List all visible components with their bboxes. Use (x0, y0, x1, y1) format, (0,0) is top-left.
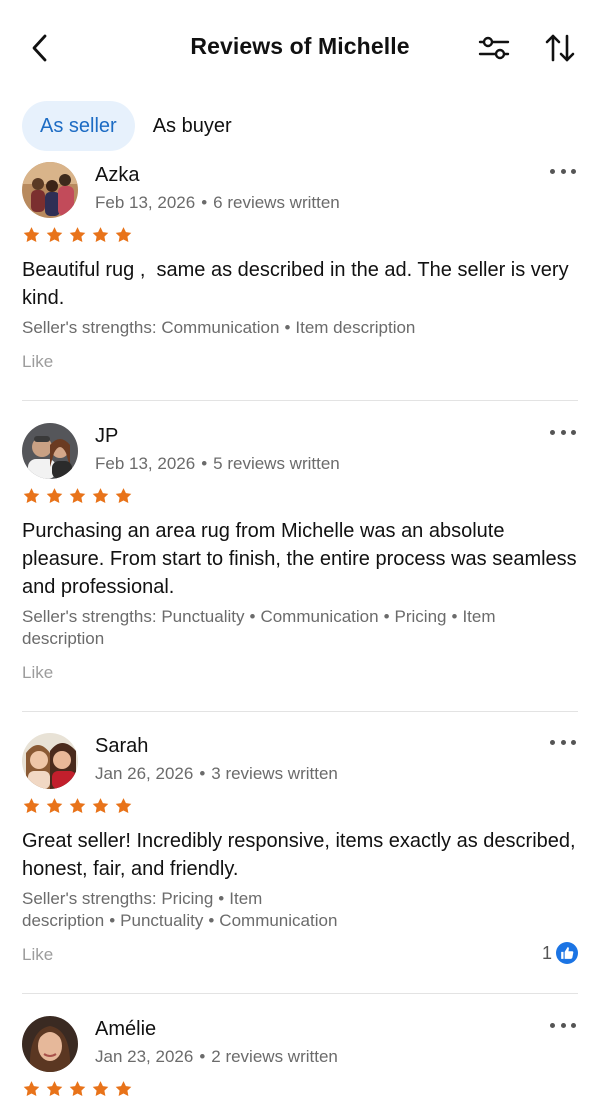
strengths-label: Seller's strengths: (22, 318, 157, 337)
role-tabs: As seller As buyer (22, 101, 232, 151)
review-date: Feb 13, 2026 (95, 193, 196, 212)
strength-tag: Pricing (161, 889, 214, 908)
more-options-button[interactable] (550, 735, 576, 749)
star-icon (46, 1081, 63, 1097)
strength-tag: Item description (295, 318, 416, 337)
star-icon (23, 488, 40, 504)
star-icon (69, 798, 86, 814)
review-item: JP Feb 13, 2026 • 5 reviews written Purcha… (22, 423, 578, 693)
rating-stars (22, 797, 133, 815)
star-icon (23, 798, 40, 814)
like-count[interactable]: 1 (542, 939, 578, 967)
seller-strengths: Seller's strengths: Pricing • Item descrip… (22, 889, 338, 930)
star-icon (69, 1081, 86, 1097)
star-icon (92, 798, 109, 814)
reviews-written-count: 5 reviews written (213, 454, 340, 473)
reviewer-name[interactable]: Azka (95, 164, 139, 187)
thumbs-up-icon (556, 942, 578, 964)
review-meta: Feb 13, 2026 • 5 reviews written (95, 454, 340, 473)
star-icon (46, 798, 63, 814)
reviews-written-count: 3 reviews written (211, 764, 338, 783)
seller-strengths: Seller's strengths: Communication • Item d… (22, 318, 416, 337)
review-meta: Jan 23, 2026 • 2 reviews written (95, 1047, 338, 1066)
review-text: Beautiful rug , same as described in the… (22, 259, 575, 309)
strength-tag: Punctuality (161, 607, 245, 626)
strengths-label: Seller's strengths: (22, 607, 157, 626)
sort-button[interactable] (542, 30, 578, 66)
avatar[interactable] (22, 733, 78, 789)
seller-strengths: Seller's strengths: Punctuality • Communic… (22, 607, 496, 648)
like-button[interactable]: Like (22, 941, 53, 969)
like-button[interactable]: Like (22, 348, 53, 376)
sort-arrows-icon (545, 34, 575, 62)
reviewer-name[interactable]: JP (95, 425, 118, 448)
rating-stars (22, 1080, 133, 1098)
star-icon (115, 1081, 132, 1097)
more-options-button[interactable] (550, 425, 576, 439)
review-meta: Feb 13, 2026 • 6 reviews written (95, 193, 340, 212)
rating-stars (22, 226, 133, 244)
avatar[interactable] (22, 162, 78, 218)
tab-as-buyer[interactable]: As buyer (135, 101, 232, 151)
review-item: Amélie Jan 23, 2026 • 2 reviews written (22, 1016, 578, 1106)
star-icon (92, 227, 109, 243)
strength-tag: Communication (219, 911, 338, 930)
reviewer-name[interactable]: Sarah (95, 735, 148, 758)
divider (22, 400, 578, 401)
star-icon (92, 1081, 109, 1097)
strength-tag: Pricing (394, 607, 447, 626)
divider (22, 993, 578, 994)
star-icon (23, 1081, 40, 1097)
review-date: Feb 13, 2026 (95, 454, 196, 473)
review-text: Purchasing an area rug from Michelle was… (22, 520, 577, 598)
review-body: Purchasing an area rug from Michelle was… (22, 517, 578, 687)
star-icon (92, 488, 109, 504)
star-icon (46, 227, 63, 243)
sliders-icon (478, 36, 510, 60)
star-icon (23, 227, 40, 243)
review-body: Great seller! Incredibly responsive, ite… (22, 827, 578, 969)
like-button[interactable]: Like (22, 659, 53, 687)
star-icon (115, 227, 132, 243)
star-icon (69, 227, 86, 243)
review-meta: Jan 26, 2026 • 3 reviews written (95, 764, 338, 783)
star-icon (115, 798, 132, 814)
star-icon (46, 488, 63, 504)
review-text: Great seller! Incredibly responsive, ite… (22, 830, 576, 880)
reviewer-name[interactable]: Amélie (95, 1018, 156, 1041)
reviews-written-count: 2 reviews written (211, 1047, 338, 1066)
strengths-label: Seller's strengths: (22, 889, 157, 908)
more-options-button[interactable] (550, 164, 576, 178)
rating-stars (22, 487, 133, 505)
like-count-value: 1 (541, 943, 552, 963)
review-date: Jan 23, 2026 (95, 1047, 194, 1066)
avatar[interactable] (22, 1016, 78, 1072)
star-icon (115, 488, 132, 504)
strength-tag: Communication (161, 318, 280, 337)
header: Reviews of Michelle (0, 0, 600, 96)
filter-button[interactable] (476, 32, 512, 64)
reviews-written-count: 6 reviews written (213, 193, 340, 212)
star-icon (69, 488, 86, 504)
review-body: Beautiful rug , same as described in the… (22, 256, 578, 376)
tab-as-seller[interactable]: As seller (22, 101, 135, 151)
more-options-button[interactable] (550, 1018, 576, 1032)
avatar[interactable] (22, 423, 78, 479)
strength-tag: Punctuality (120, 911, 204, 930)
review-date: Jan 26, 2026 (95, 764, 194, 783)
review-item: Azka Feb 13, 2026 • 6 reviews written Beau… (22, 162, 578, 382)
review-item: Sarah Jan 26, 2026 • 3 reviews written Gre… (22, 733, 578, 978)
strength-tag: Communication (260, 607, 379, 626)
divider (22, 711, 578, 712)
